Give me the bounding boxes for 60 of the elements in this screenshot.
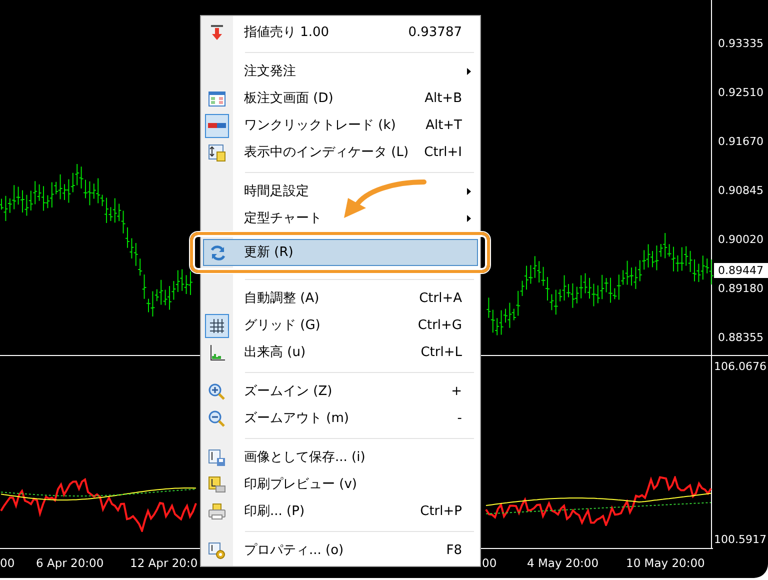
menu-item[interactable]: ズームアウト (m) - <box>201 405 478 432</box>
sell-arrow-icon <box>208 24 226 42</box>
menu-item[interactable]: 指値売り 1.00 0.93787 <box>201 19 478 46</box>
one-click-trade-icon <box>208 123 226 128</box>
time-axis-label: 00 <box>482 554 497 572</box>
time-axis-label: 00 <box>0 554 15 572</box>
shortcut-label: F8 <box>446 542 462 560</box>
menu-item[interactable]: ズームイン (Z) + <box>201 378 478 405</box>
zoom-in-icon <box>208 382 226 400</box>
shortcut-label: + <box>451 382 462 401</box>
menu-item[interactable]: 印刷... (P) Ctrl+P <box>201 498 478 525</box>
menu-item[interactable]: 定型チャート <box>201 205 478 232</box>
current-price-label: 0.89447 <box>714 263 768 278</box>
price-axis-label: 0.93335 <box>718 36 764 52</box>
price-axis-label: 0.92510 <box>718 85 764 101</box>
menu-item[interactable]: 印刷プレビュー (v) <box>201 471 478 498</box>
price-axis-label: 0.90845 <box>718 183 764 199</box>
menu-item[interactable]: 板注文画面 (D) Alt+B <box>201 85 478 112</box>
price-axis-label: 0.88355 <box>718 330 764 346</box>
menu-item[interactable]: 自動調整 (A) Ctrl+A <box>201 285 478 312</box>
refresh-icon <box>209 244 227 262</box>
shortcut-label: Ctrl+L <box>420 344 462 362</box>
indicator-axis-label: 106.0676 <box>714 359 768 375</box>
price-axis-label: 0.89180 <box>718 281 764 297</box>
time-axis-label: 4 May 20:00 <box>527 554 599 572</box>
properties-gear-icon <box>208 542 226 560</box>
price-axis-label: 0.91670 <box>718 134 764 150</box>
menu-item[interactable]: 注文発注 <box>201 58 478 85</box>
shortcut-label: - <box>457 410 462 428</box>
time-axis-label: 6 Apr 20:00 <box>36 554 104 572</box>
printer-icon <box>208 502 226 520</box>
submenu-arrow-icon <box>467 215 471 222</box>
price-axis-label: 0.90020 <box>718 232 764 248</box>
shortcut-label: Alt+B <box>424 90 462 108</box>
menu-item[interactable]: ワンクリックトレード (k) Alt+T <box>201 112 478 139</box>
zoom-out-icon <box>208 410 226 428</box>
menu-item[interactable]: 画像として保存... (i) <box>201 444 478 471</box>
volume-chart-icon <box>208 344 226 362</box>
time-axis-label: 10 May 20:00 <box>626 554 705 572</box>
menu-item[interactable]: 表示中のインディケータ (L) Ctrl+I <box>201 139 478 166</box>
shortcut-label: Ctrl+P <box>420 502 462 521</box>
submenu-arrow-icon <box>467 188 471 195</box>
save-image-icon <box>208 448 226 466</box>
grid-icon <box>208 316 226 334</box>
shortcut-label: Alt+T <box>426 116 462 135</box>
shortcut-label: Ctrl+G <box>418 316 462 335</box>
menu-item[interactable]: 更新 (R) <box>203 239 478 266</box>
menu-item[interactable]: 時間足設定 <box>201 178 478 205</box>
order-board-icon <box>208 90 226 108</box>
shortcut-label: Ctrl+I <box>424 144 462 162</box>
print-preview-icon <box>208 476 226 494</box>
indicator-axis-label: 100.5917 <box>714 532 768 548</box>
shortcut-label: 0.93787 <box>408 24 462 42</box>
indicator-list-icon <box>208 144 226 162</box>
menu-item[interactable]: プロパティ... (o) F8 <box>201 537 478 564</box>
menu-item[interactable]: グリッド (G) Ctrl+G <box>201 312 478 339</box>
submenu-arrow-icon <box>467 68 471 75</box>
time-axis-label: 12 Apr 20:0 <box>130 554 198 572</box>
shortcut-label: Ctrl+A <box>419 290 462 308</box>
menu-item[interactable]: 出来高 (u) Ctrl+L <box>201 339 478 366</box>
